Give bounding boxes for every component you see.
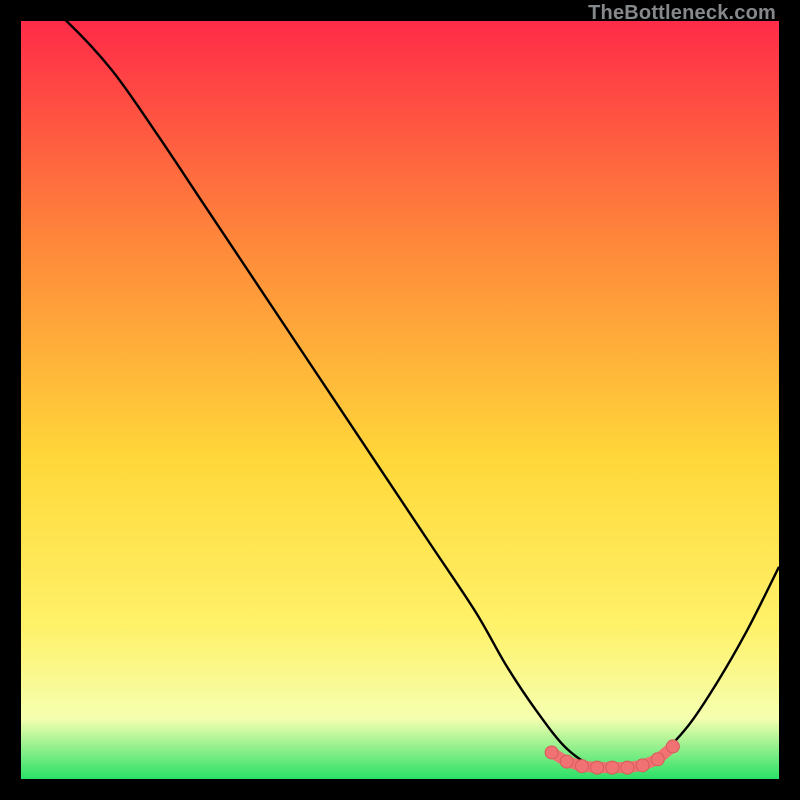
optimal-range-dot <box>621 761 634 774</box>
optimal-range-dot <box>560 755 573 768</box>
watermark-text: TheBottleneck.com <box>588 2 776 25</box>
chart-svg <box>21 21 779 779</box>
chart-frame <box>21 21 779 779</box>
optimal-range-dot <box>606 761 619 774</box>
optimal-range-dot <box>636 759 649 772</box>
optimal-range-dot <box>666 740 679 753</box>
optimal-range-dot <box>651 753 664 766</box>
optimal-range-dot <box>591 761 604 774</box>
optimal-range-dot <box>545 746 558 759</box>
gradient-background <box>21 21 779 779</box>
optimal-range-dot <box>575 760 588 773</box>
